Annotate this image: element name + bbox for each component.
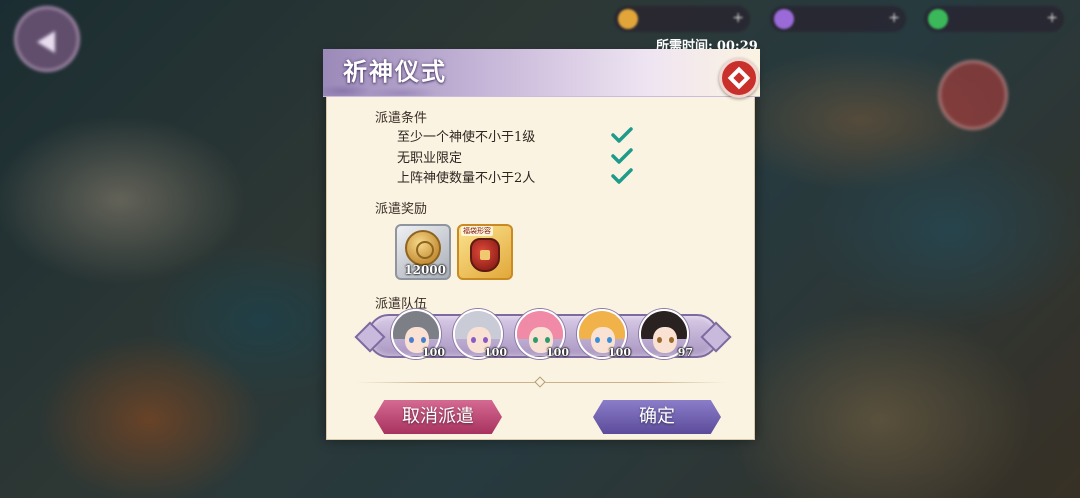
back-button [14,6,80,72]
reward-silver-coin[interactable]: 12000 [395,224,451,280]
dialog-title: 祈神仪式 [343,57,447,86]
dialog-header: 祈神仪式 [323,49,760,97]
team-member-4[interactable]: 100 [577,309,631,359]
condition-text: 上阵神使数量不小于2人 [397,171,536,186]
conditions-label: 派遣条件 [375,111,428,126]
check-icon [611,148,633,164]
divider-ornament [534,376,546,388]
confirm-button[interactable]: 确定 [593,400,721,434]
reward-count: 12000 [404,263,446,277]
check-icon [611,127,633,143]
rewards-label: 派遣奖励 [375,202,428,217]
member-level: 100 [484,346,507,359]
close-button[interactable] [719,58,759,98]
cancel-dispatch-button[interactable]: 取消派遣 [374,400,502,434]
reward-tag: 福袋形容 [461,226,493,236]
currency-bar-1: + [614,6,750,32]
member-level: 100 [422,346,445,359]
silver-coin-icon [405,230,441,266]
team-member-5[interactable]: 97 [639,309,693,359]
red-pouch-icon [470,238,500,272]
side-menu-button [938,60,1008,130]
member-level: 100 [608,346,631,359]
condition-text: 至少一个神使不小于1级 [397,130,536,145]
team-member-1[interactable]: 100 [391,309,445,359]
team-member-2[interactable]: 100 [453,309,507,359]
check-icon [611,168,633,184]
condition-text: 无职业限定 [397,151,463,166]
team-member-3[interactable]: 100 [515,309,569,359]
member-level: 97 [677,346,693,359]
dispatch-dialog: 祈神仪式 派遣条件 至少一个神使不小于1级 无职业限定 上阵神使数量不小于2人 … [323,49,760,440]
currency-bar-3: + [924,6,1064,32]
currency-bar-2: + [770,6,906,32]
close-icon [727,66,751,90]
reward-red-pouch[interactable]: 福袋形容 [457,224,513,280]
member-level: 100 [546,346,569,359]
